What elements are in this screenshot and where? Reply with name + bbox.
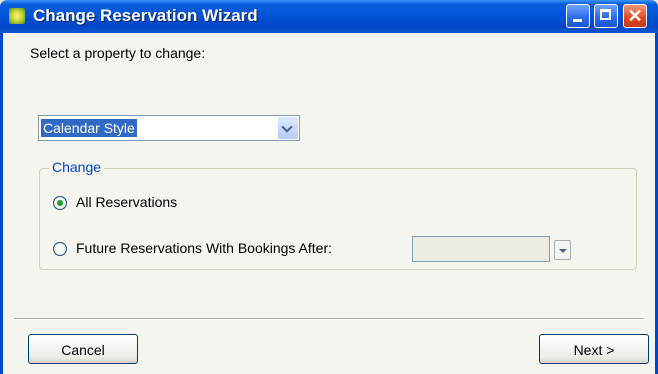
radio-all-reservations-label[interactable]: All Reservations [76,194,177,210]
maximize-icon [600,9,611,20]
radio-future-reservations[interactable] [53,242,67,256]
change-group-legend: Change [49,159,105,175]
radio-future-reservations-label[interactable]: Future Reservations With Bookings After: [76,240,332,256]
next-button[interactable]: Next > [539,334,649,364]
property-select-value: Calendar Style [41,119,137,137]
title-bar[interactable]: Change Reservation Wizard ✕ [0,0,658,33]
maximize-button[interactable] [594,4,618,28]
property-prompt-label: Select a property to change: [30,45,206,61]
close-icon: ✕ [627,6,643,26]
chevron-down-icon [281,121,293,133]
close-button[interactable]: ✕ [623,4,647,28]
minimize-button[interactable] [566,4,590,28]
date-dropdown-button[interactable] [554,240,571,260]
radio-all-reservations[interactable] [53,196,67,210]
wizard-app-icon [9,8,25,24]
minimize-icon [573,19,582,22]
button-separator [14,318,644,320]
chevron-down-icon [559,249,567,253]
radio-selected-dot [57,200,63,206]
wizard-window: Change Reservation Wizard ✕ Select a pro… [0,0,658,374]
cancel-button[interactable]: Cancel [28,334,138,364]
property-select-dropdown-button[interactable] [278,117,298,139]
bookings-after-date-field[interactable] [412,236,550,262]
window-title: Change Reservation Wizard [33,6,258,25]
property-select[interactable]: Calendar Style [38,115,300,141]
